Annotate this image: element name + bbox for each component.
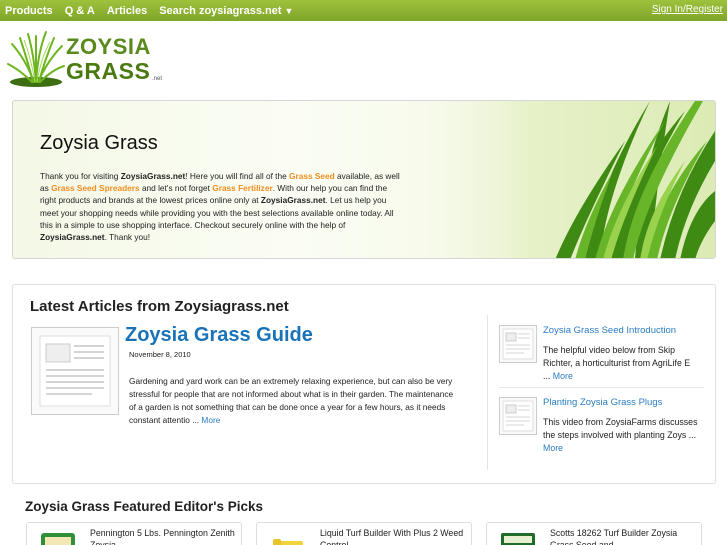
article-thumbnail[interactable] bbox=[31, 327, 119, 415]
site-logo[interactable]: ZOYSIA GRASS .net bbox=[6, 30, 176, 90]
nav-search-label: Search zoysiagrass.net bbox=[159, 4, 282, 17]
chevron-down-icon: ▼ bbox=[284, 5, 294, 16]
hero-text: Thank you for visiting ZoysiaGrass.net! … bbox=[40, 170, 402, 243]
document-icon bbox=[502, 328, 534, 360]
hero-site-name: ZoysiaGrass.net bbox=[120, 171, 186, 181]
hero-text-part: ! Here you will find all of the bbox=[185, 171, 290, 181]
main-article-body: Gardening and yard work can be an extrem… bbox=[129, 375, 459, 427]
nav-qa[interactable]: Q & A bbox=[59, 5, 101, 17]
side-article-thumbnail[interactable] bbox=[499, 325, 537, 363]
nav-search[interactable]: Search zoysiagrass.net ▼ bbox=[153, 5, 299, 17]
pick-card[interactable]: Liquid Turf Builder With Plus 2 Weed Con… bbox=[256, 522, 472, 545]
main-article-more-link[interactable]: More bbox=[201, 415, 220, 425]
grass-seed-spreaders-link[interactable]: Grass Seed Spreaders bbox=[51, 183, 140, 193]
top-nav: Products Q & A Articles Search zoysiagra… bbox=[0, 0, 727, 21]
grass-seed-link[interactable]: Grass Seed bbox=[289, 171, 335, 181]
hero-text-part: Thank you for visiting bbox=[40, 171, 121, 181]
grass-fertilizer-link[interactable]: Grass Fertilizer bbox=[212, 183, 272, 193]
logo-text-grass: GRASS bbox=[66, 58, 151, 84]
side-article-body: This video from ZoysiaFarms discusses th… bbox=[543, 416, 698, 455]
articles-heading: Latest Articles from Zoysiagrass.net bbox=[30, 298, 289, 315]
picks-heading: Zoysia Grass Featured Editor's Picks bbox=[25, 499, 264, 514]
side-article-excerpt: This video from ZoysiaFarms discusses th… bbox=[543, 417, 698, 440]
side-article-body: The helpful video below from Skip Richte… bbox=[543, 344, 698, 383]
pick-title: Pennington 5 Lbs. Pennington Zenith Zoys… bbox=[90, 528, 235, 545]
side-article-more-link[interactable]: More bbox=[543, 443, 563, 453]
logo-suffix: .net bbox=[152, 76, 163, 82]
side-article-thumbnail[interactable] bbox=[499, 397, 537, 435]
pick-card[interactable]: Scotts 18262 Turf Builder Zoysia Grass S… bbox=[486, 522, 702, 545]
pick-card[interactable]: Pennington 5 Lbs. Pennington Zenith Zoys… bbox=[26, 522, 242, 545]
grass-banner-image bbox=[435, 101, 715, 258]
side-article-title[interactable]: Zoysia Grass Seed Introduction bbox=[543, 325, 676, 336]
hero-title: Zoysia Grass bbox=[40, 132, 158, 154]
product-bag-image bbox=[501, 533, 535, 545]
divider bbox=[487, 315, 488, 470]
logo-text-zoysia: ZOYSIA bbox=[66, 34, 151, 59]
main-article-excerpt: Gardening and yard work can be an extrem… bbox=[129, 376, 454, 425]
hero-site-name: ZoysiaGrass.net bbox=[40, 232, 105, 243]
hero-text-part: . Thank you! bbox=[104, 232, 151, 243]
hero-text-part: and let's not forget bbox=[139, 183, 213, 194]
grass-logo-icon bbox=[7, 31, 65, 87]
document-icon bbox=[39, 335, 111, 407]
nav-articles[interactable]: Articles bbox=[101, 5, 153, 17]
pick-title: Liquid Turf Builder With Plus 2 Weed Con… bbox=[320, 528, 464, 545]
hero-site-name: ZoysiaGrass.net bbox=[260, 195, 326, 206]
hero-panel: Zoysia Grass Thank you for visiting Zoys… bbox=[12, 100, 716, 259]
document-icon bbox=[502, 400, 534, 432]
side-article-more-link[interactable]: More bbox=[553, 371, 573, 381]
product-bag-image bbox=[41, 533, 75, 545]
signin-link[interactable]: Sign In/Register bbox=[652, 4, 723, 15]
nav-products[interactable]: Products bbox=[0, 5, 59, 17]
latest-articles-panel: Latest Articles from Zoysiagrass.net Zoy… bbox=[12, 284, 716, 484]
product-sprayer-image bbox=[273, 539, 303, 545]
divider bbox=[499, 387, 704, 388]
main-article-title[interactable]: Zoysia Grass Guide bbox=[125, 324, 313, 347]
main-article-date: November 8, 2010 bbox=[129, 350, 191, 359]
side-article-title[interactable]: Planting Zoysia Grass Plugs bbox=[543, 397, 662, 408]
pick-title: Scotts 18262 Turf Builder Zoysia Grass S… bbox=[550, 528, 678, 545]
